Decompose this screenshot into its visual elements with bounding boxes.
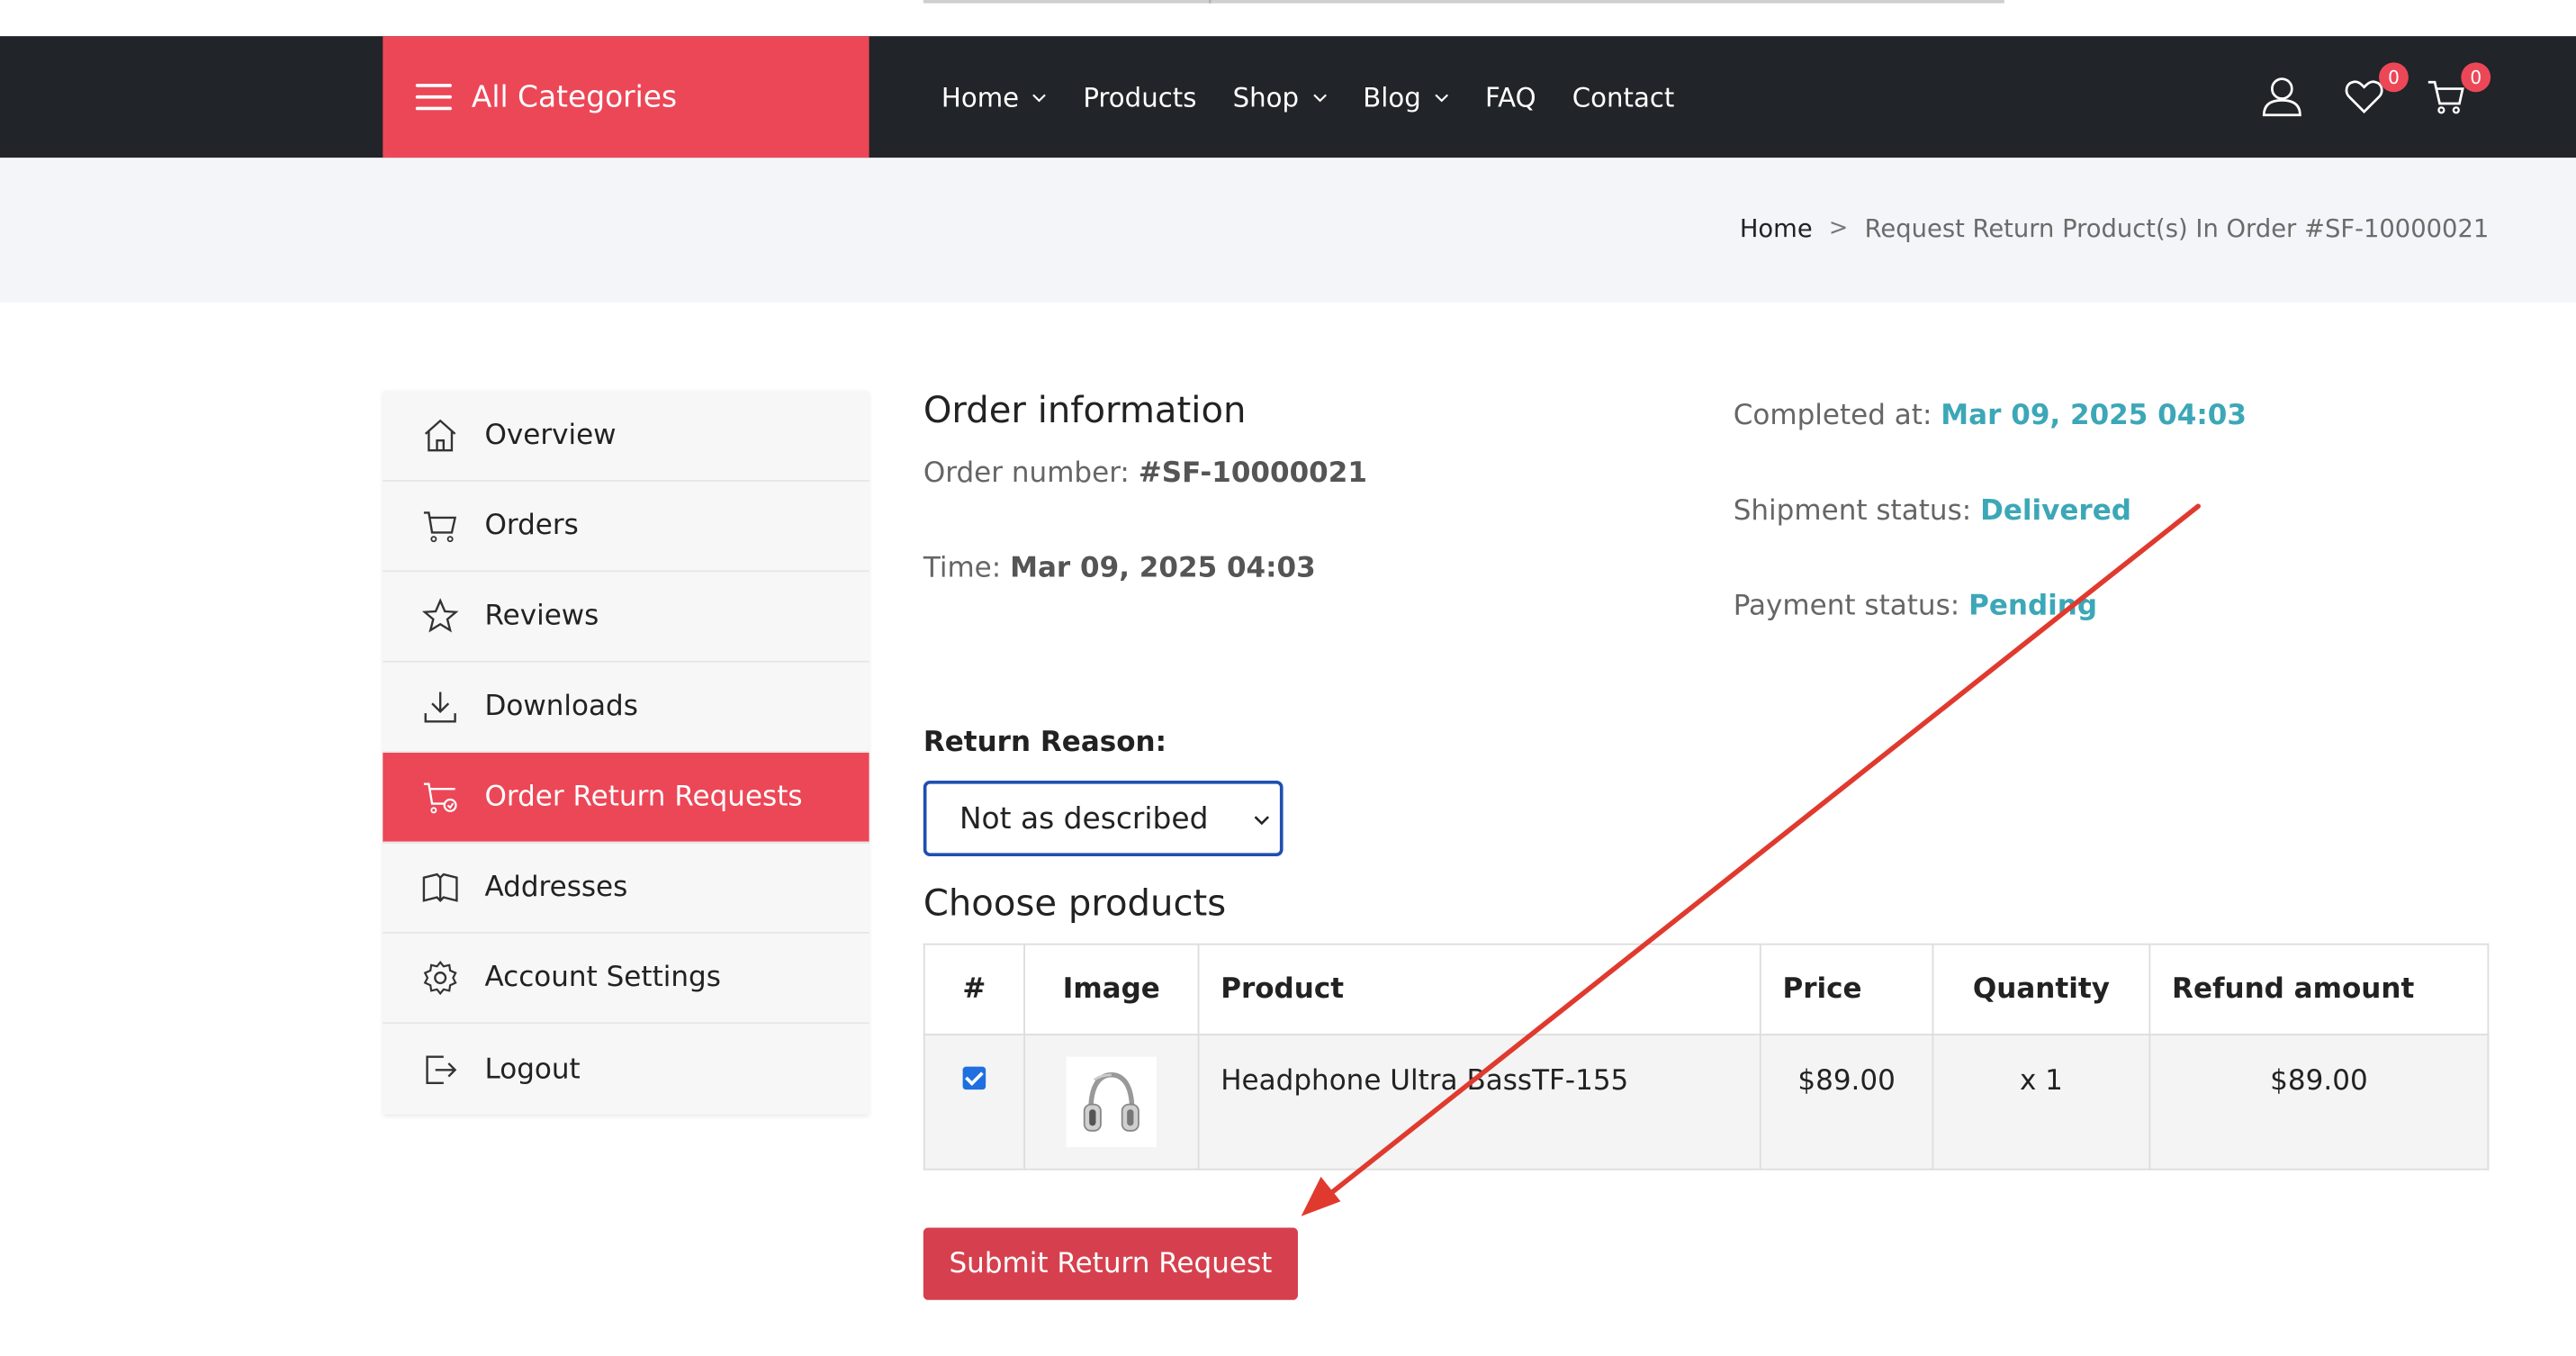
column-header-product: Product <box>1197 943 1761 1035</box>
sidebar-item-label: Downloads <box>484 690 638 724</box>
cart-return-icon <box>423 782 457 814</box>
payment-status-line: Payment status: Pending <box>1734 590 2097 623</box>
sidebar-item-orders[interactable]: Orders <box>383 482 869 573</box>
menu-item-label: Contact <box>1572 81 1675 113</box>
sidebar-item-label: Logout <box>484 1053 581 1086</box>
chevron-down-icon <box>1032 93 1047 102</box>
column-header-refund-amount: Refund amount <box>2148 943 2490 1035</box>
sidebar-item-downloads[interactable]: Downloads <box>383 663 869 753</box>
wishlist-button[interactable]: 0 <box>2343 62 2409 118</box>
order-number-value: #SF-10000021 <box>1138 457 1367 490</box>
order-number-label: Order number: <box>923 457 1130 490</box>
breadcrumb-band: Home > Request Return Product(s) In Orde… <box>0 158 2576 303</box>
chevron-down-icon <box>1435 93 1448 102</box>
headphone-image <box>1083 1072 1139 1132</box>
download-icon <box>424 692 456 723</box>
menu-item-home[interactable]: Home <box>941 81 1047 113</box>
order-time-value: Mar 09, 2025 04:03 <box>1010 552 1316 585</box>
menu-item-shop[interactable]: Shop <box>1233 81 1327 113</box>
chevron-down-icon <box>1254 816 1270 826</box>
cart-count-badge: 0 <box>2461 62 2491 93</box>
product-select-checkbox[interactable] <box>962 1066 986 1090</box>
shipment-status-label: Shipment status: <box>1733 494 1972 528</box>
return-reason-selected: Not as described <box>959 800 1209 836</box>
menu-item-faq[interactable]: FAQ <box>1485 81 1536 113</box>
menu-item-products[interactable]: Products <box>1083 81 1196 113</box>
sidebar-item-label: Order Return Requests <box>484 781 803 814</box>
shipment-status-value: Delivered <box>1980 494 2132 528</box>
product-name-cell: Headphone Ultra BassTF-155 <box>1197 1034 1761 1171</box>
products-table: # Image Product Price Quantity Refund am… <box>923 943 2490 1171</box>
product-quantity-cell: x 1 <box>1932 1034 2151 1171</box>
payment-status-label: Payment status: <box>1733 590 1960 623</box>
row-select-cell <box>923 1034 1025 1171</box>
cart-button[interactable]: 0 <box>2425 62 2491 118</box>
sidebar-item-label: Reviews <box>484 600 599 633</box>
account-button[interactable] <box>2261 76 2303 118</box>
sidebar-item-label: Account Settings <box>484 961 721 995</box>
product-price-cell: $89.00 <box>1759 1034 1934 1171</box>
menu-item-blog[interactable]: Blog <box>1363 81 1449 113</box>
order-number-line: Order number: #SF-10000021 <box>923 457 1367 490</box>
column-header-quantity: Quantity <box>1932 943 2151 1035</box>
product-image-cell <box>1023 1034 1200 1171</box>
payment-status-value: Pending <box>1968 590 2098 623</box>
hamburger-icon <box>415 84 452 111</box>
gear-icon <box>423 960 457 996</box>
breadcrumb-separator: > <box>1828 215 1849 242</box>
order-info-title: Order information <box>923 391 1247 433</box>
logout-icon <box>426 1054 457 1084</box>
wishlist-count-badge: 0 <box>2379 62 2409 93</box>
choose-products-title: Choose products <box>923 884 1227 926</box>
sidebar-item-label: Addresses <box>484 871 628 904</box>
home-icon <box>424 419 456 452</box>
sidebar-item-account-settings[interactable]: Account Settings <box>383 934 869 1025</box>
shipment-status-line: Shipment status: Delivered <box>1734 494 2131 528</box>
column-header-image: Image <box>1023 943 1200 1035</box>
breadcrumb-home-link[interactable]: Home <box>1740 213 1813 243</box>
product-thumbnail <box>1066 1056 1157 1148</box>
sidebar-item-label: Orders <box>484 509 579 543</box>
sidebar-item-reviews[interactable]: Reviews <box>383 572 869 663</box>
star-icon <box>422 598 459 633</box>
submit-return-request-button[interactable]: Submit Return Request <box>923 1227 1298 1300</box>
completed-at-label: Completed at: <box>1733 399 1932 433</box>
menu-item-label: Home <box>941 81 1020 113</box>
book-icon <box>422 872 458 902</box>
menu-item-contact[interactable]: Contact <box>1572 81 1675 113</box>
return-reason-select[interactable]: Not as described <box>923 781 1283 856</box>
return-reason-label: Return Reason: <box>923 726 1167 760</box>
menu-item-label: FAQ <box>1485 81 1536 113</box>
all-categories-label: All Categories <box>471 79 678 114</box>
column-header-price: Price <box>1759 943 1934 1035</box>
main-navbar: All Categories Home Products Shop Blog F… <box>0 36 2576 158</box>
top-search-edge <box>923 0 2004 4</box>
table-row: Headphone Ultra BassTF-155 $89.00 x 1 $8… <box>923 1034 2490 1171</box>
sidebar-item-addresses[interactable]: Addresses <box>383 843 869 934</box>
menu-item-label: Shop <box>1232 81 1300 113</box>
account-sidebar: Overview Orders Reviews Downloads Order … <box>383 391 869 1115</box>
column-header-number: # <box>923 943 1025 1035</box>
breadcrumb: Home > Request Return Product(s) In Orde… <box>1740 213 2490 243</box>
completed-at-line: Completed at: Mar 09, 2025 04:03 <box>1734 400 2247 433</box>
completed-at-value: Mar 09, 2025 04:03 <box>1941 399 2247 433</box>
table-header-row: # Image Product Price Quantity Refund am… <box>923 943 2490 1035</box>
sidebar-item-logout[interactable]: Logout <box>383 1024 869 1114</box>
breadcrumb-current: Request Return Product(s) In Order #SF-1… <box>1864 213 2490 244</box>
sidebar-item-label: Overview <box>484 419 617 452</box>
menu-item-label: Blog <box>1363 81 1421 113</box>
nav-icon-group: 0 0 <box>2261 36 2491 158</box>
order-time-label: Time: <box>923 552 1002 585</box>
sidebar-item-order-return-requests[interactable]: Order Return Requests <box>383 752 869 844</box>
user-icon <box>2262 77 2301 117</box>
main-menu: Home Products Shop Blog FAQ Contact <box>941 36 1674 158</box>
chevron-down-icon <box>1312 93 1327 102</box>
menu-item-label: Products <box>1083 81 1197 113</box>
sidebar-item-overview[interactable]: Overview <box>383 391 869 482</box>
product-refund-cell: $89.00 <box>2148 1034 2490 1171</box>
cart-icon <box>423 511 457 543</box>
order-time-line: Time: Mar 09, 2025 04:03 <box>923 552 1316 585</box>
top-search-divider <box>1209 0 1211 4</box>
all-categories-button[interactable]: All Categories <box>383 36 869 158</box>
